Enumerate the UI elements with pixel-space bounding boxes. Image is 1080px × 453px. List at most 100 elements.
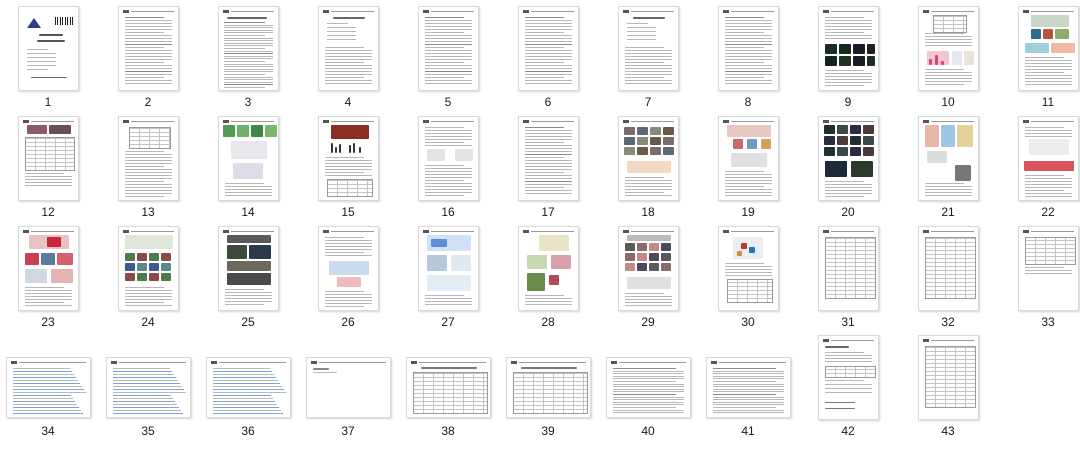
page-preview[interactable]: [505, 357, 591, 418]
page-preview[interactable]: [617, 116, 679, 201]
page-thumbnail-item[interactable]: 40: [598, 333, 698, 441]
page-thumbnail-item[interactable]: 42: [798, 333, 898, 441]
page-preview[interactable]: [405, 357, 491, 418]
page-preview[interactable]: [705, 357, 791, 418]
page-thumbnail-item[interactable]: 37: [298, 333, 398, 441]
page-thumbnail-item[interactable]: 32: [898, 224, 998, 332]
thumbnail-frame: [698, 224, 798, 312]
page-thumbnail-item[interactable]: 12: [0, 114, 98, 222]
page-thumbnail-item[interactable]: 23: [0, 224, 98, 332]
page-preview[interactable]: [917, 335, 979, 420]
page-preview[interactable]: [5, 357, 91, 418]
page-preview[interactable]: [717, 226, 779, 311]
page-preview[interactable]: [417, 226, 479, 311]
page-preview[interactable]: [517, 226, 579, 311]
page-preview[interactable]: [817, 335, 879, 420]
page-thumbnail-item[interactable]: 30: [698, 224, 798, 332]
page-preview[interactable]: [1017, 116, 1079, 201]
page-preview[interactable]: [817, 116, 879, 201]
text-line: [424, 301, 472, 302]
thumbnail-frame: [298, 224, 398, 312]
page-preview[interactable]: [817, 6, 879, 91]
text-line: [326, 35, 356, 36]
page-preview[interactable]: [517, 6, 579, 91]
page-thumbnail-item[interactable]: 41: [698, 333, 798, 441]
page-thumbnail-item[interactable]: 19: [698, 114, 798, 222]
page-thumbnail-item[interactable]: 33: [998, 224, 1080, 332]
page-preview[interactable]: [217, 116, 279, 201]
page-thumbnail-item[interactable]: 24: [98, 224, 198, 332]
page-thumbnail-item[interactable]: 18: [598, 114, 698, 222]
page-preview[interactable]: [205, 357, 291, 418]
page-preview[interactable]: [617, 226, 679, 311]
page-thumbnail-item[interactable]: 39: [498, 333, 598, 441]
page-preview[interactable]: [305, 357, 391, 418]
figure-block: [636, 137, 648, 145]
page-preview[interactable]: [17, 226, 79, 311]
page-thumbnail-item[interactable]: 28: [498, 224, 598, 332]
page-preview[interactable]: [217, 6, 279, 91]
page-thumbnail-item[interactable]: 14: [198, 114, 298, 222]
page-thumbnail-item[interactable]: 16: [398, 114, 498, 222]
page-preview[interactable]: [317, 6, 379, 91]
page-preview[interactable]: [217, 226, 279, 311]
page-preview[interactable]: [317, 116, 379, 201]
page-thumbnail-item[interactable]: 20: [798, 114, 898, 222]
text-line: [612, 381, 676, 382]
page-thumbnail-item[interactable]: 6: [498, 4, 598, 112]
page-preview[interactable]: [1017, 226, 1079, 311]
page-preview[interactable]: [117, 6, 179, 91]
page-thumbnail-item[interactable]: 36: [198, 333, 298, 441]
page-thumbnail-item[interactable]: 15: [298, 114, 398, 222]
page-thumbnail-item[interactable]: 17: [498, 114, 598, 222]
text-line: [524, 20, 572, 21]
page-thumbnail-item[interactable]: 11: [998, 4, 1080, 112]
page-thumbnail-item[interactable]: 4: [298, 4, 398, 112]
thumbnail-frame: [798, 224, 898, 312]
page-preview[interactable]: [917, 116, 979, 201]
text-line: [1024, 72, 1064, 73]
page-thumbnail-item[interactable]: 27: [398, 224, 498, 332]
page-thumbnail-item[interactable]: 3: [198, 4, 298, 112]
page-preview[interactable]: [605, 357, 691, 418]
page-thumbnail-item[interactable]: 22: [998, 114, 1080, 222]
page-thumbnail-item[interactable]: 25: [198, 224, 298, 332]
page-preview[interactable]: [817, 226, 879, 311]
page-preview[interactable]: [17, 6, 79, 91]
page-preview[interactable]: [317, 226, 379, 311]
page-preview[interactable]: [117, 226, 179, 311]
page-thumbnail-item[interactable]: 5: [398, 4, 498, 112]
page-thumbnail-item[interactable]: 31: [798, 224, 898, 332]
page-thumbnail-item[interactable]: 10: [898, 4, 998, 112]
page-thumbnail-item[interactable]: 1: [0, 4, 98, 112]
page-thumbnail-item[interactable]: 9: [798, 4, 898, 112]
page-preview[interactable]: [417, 116, 479, 201]
page-thumbnail-item[interactable]: 38: [398, 333, 498, 441]
page-thumbnail-item[interactable]: 7: [598, 4, 698, 112]
text-line: [112, 386, 182, 387]
page-thumbnail-item[interactable]: 8: [698, 4, 798, 112]
text-line: [223, 40, 273, 42]
page-thumbnail-item[interactable]: 34: [0, 333, 98, 441]
page-preview[interactable]: [917, 6, 979, 91]
page-preview[interactable]: [717, 116, 779, 201]
page-preview[interactable]: [917, 226, 979, 311]
page-thumbnail-item[interactable]: 2: [98, 4, 198, 112]
page-preview[interactable]: [17, 116, 79, 201]
thumbnail-frame: [398, 4, 498, 92]
page-preview[interactable]: [717, 6, 779, 91]
page-thumbnail-item[interactable]: 35: [98, 333, 198, 441]
page-thumbnail-item[interactable]: 43: [898, 333, 998, 441]
page-thumbnail-item[interactable]: 26: [298, 224, 398, 332]
page-preview[interactable]: [517, 116, 579, 201]
page-thumbnail-item[interactable]: 13: [98, 114, 198, 222]
page-thumbnail-item[interactable]: 29: [598, 224, 698, 332]
page-preview[interactable]: [417, 6, 479, 91]
page-thumbnail-item[interactable]: 21: [898, 114, 998, 222]
page-preview[interactable]: [617, 6, 679, 91]
page-preview[interactable]: [105, 357, 191, 418]
page-preview[interactable]: [117, 116, 179, 201]
figure-block: [232, 163, 263, 179]
header-rule: [518, 362, 586, 363]
page-preview[interactable]: [1017, 6, 1079, 91]
